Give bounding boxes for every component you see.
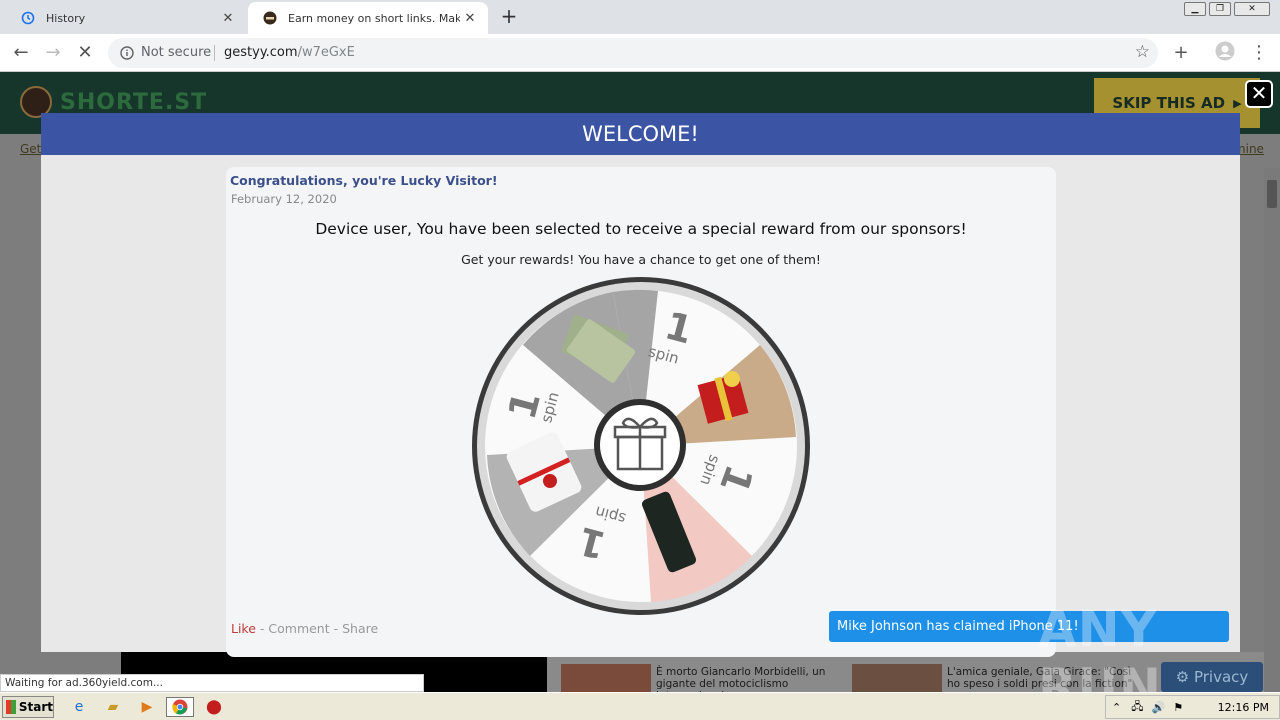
site-nav-link[interactable]: nine [1238,142,1264,156]
skip-ad-label: SKIP THIS AD [1112,94,1226,112]
comment-link[interactable]: Comment [268,621,329,636]
tab-history[interactable]: History ✕ [6,2,246,34]
folder-icon[interactable]: ▰ [102,697,124,717]
divider [214,45,215,61]
play-arrow-icon: ▶ [1233,96,1242,110]
action-separator: - [255,621,269,636]
page-content: SHORTE.ST SKIP THIS AD ▶ Get nine È morto… [0,72,1280,692]
gear-icon: ⚙ [1175,668,1190,686]
card-title: Congratulations, you're Lucky Visitor! [230,173,498,188]
internet-explorer-icon[interactable]: e [68,697,90,717]
status-bar: Waiting for ad.360yield.com... [0,674,424,692]
url-host: gestyy.com [224,45,298,60]
menu-icon[interactable]: ⋮ [1247,41,1271,65]
reward-card: Congratulations, you're Lucky Visitor! F… [226,167,1056,657]
new-tab-button[interactable]: + [498,6,520,28]
action-separator: - [329,621,343,636]
privacy-button[interactable]: ⚙ Privacy [1161,662,1263,692]
tab-title: History [46,11,86,25]
welcome-modal: WELCOME! Congratulations, you're Lucky V… [41,113,1240,657]
start-button[interactable]: Start [2,696,54,718]
like-link[interactable]: Like [231,621,256,636]
history-icon [20,10,36,26]
shortest-favicon-icon [262,10,278,26]
site-logo: SHORTE.ST [60,90,208,115]
network-icon[interactable]: 🖧 [1131,698,1143,717]
scroll-thumb[interactable] [1267,180,1277,208]
privacy-label: Privacy [1193,668,1249,686]
profile-avatar[interactable] [1213,41,1237,65]
share-link[interactable]: Share [342,621,378,636]
card-date: February 12, 2020 [231,192,337,206]
card-actions: Like - Comment - Share [231,621,378,636]
security-indicator[interactable]: Not secure [120,45,211,60]
url-path: /w7eGxE [297,45,355,60]
info-icon [120,45,134,60]
tab-title: Earn money on short links. Make sho [288,11,460,25]
stop-loading-icon[interactable]: ✕ [73,41,97,65]
news-thumbnail[interactable] [561,664,651,692]
news-headline[interactable]: È morto Giancarlo Morbidelli, un gigante… [656,666,856,692]
close-icon[interactable]: ✕ [218,11,238,26]
forward-icon[interactable]: → [41,41,65,65]
maximize-button[interactable]: ❐ [1209,2,1231,16]
tray-arrow-icon[interactable]: ⌃ [1112,701,1121,714]
system-tray: ⌃ 🖧 🔊 ⚑ 12:16 PM [1105,695,1280,719]
news-thumbnail[interactable] [852,664,942,692]
chrome-icon[interactable] [166,697,194,717]
media-player-icon[interactable]: ▶ [136,697,158,717]
flag-icon[interactable]: ⚑ [1173,701,1183,714]
extension-plus-icon[interactable]: + [1169,41,1193,65]
clock[interactable]: 12:16 PM [1218,701,1269,714]
tab-shortest[interactable]: Earn money on short links. Make sho ✕ [248,2,488,34]
bookmark-star-icon[interactable]: ☆ [1135,42,1150,62]
minimize-button[interactable]: ▁ [1184,2,1206,16]
prize-wheel[interactable]: 1 spin 1 spin 1 spin 1 spin [470,275,812,617]
volume-icon[interactable]: 🔊 [1151,701,1165,714]
back-icon[interactable]: ← [9,41,33,65]
modal-header: WELCOME! [41,113,1240,155]
start-label: Start [18,700,53,714]
browser-toolbar: ← → ✕ Not secure gestyy.com/w7eGxE ☆ + ⋮ [0,34,1280,72]
address-bar[interactable]: Not secure gestyy.com/w7eGxE ☆ [108,38,1158,68]
spin-button[interactable] [594,399,686,491]
overlay-close-button[interactable]: ✕ [1245,80,1273,108]
url-text[interactable]: gestyy.com/w7eGxE [224,45,355,60]
taskbar: Start e ▰ ▶ ⬤ ⌃ 🖧 🔊 ⚑ 12:16 PM [0,692,1280,720]
windows-logo-icon [6,700,16,714]
site-nav-link[interactable]: Get [20,142,41,156]
window-close-button[interactable]: ✕ [1234,2,1270,16]
opera-icon[interactable]: ⬤ [203,697,225,717]
close-icon[interactable]: ✕ [460,11,480,26]
card-subtitle: Get your rewards! You have a chance to g… [461,252,821,267]
card-headline: Device user, You have been selected to r… [315,220,967,238]
tab-strip: History ✕ Earn money on short links. Mak… [0,0,1280,34]
security-label: Not secure [141,45,212,60]
